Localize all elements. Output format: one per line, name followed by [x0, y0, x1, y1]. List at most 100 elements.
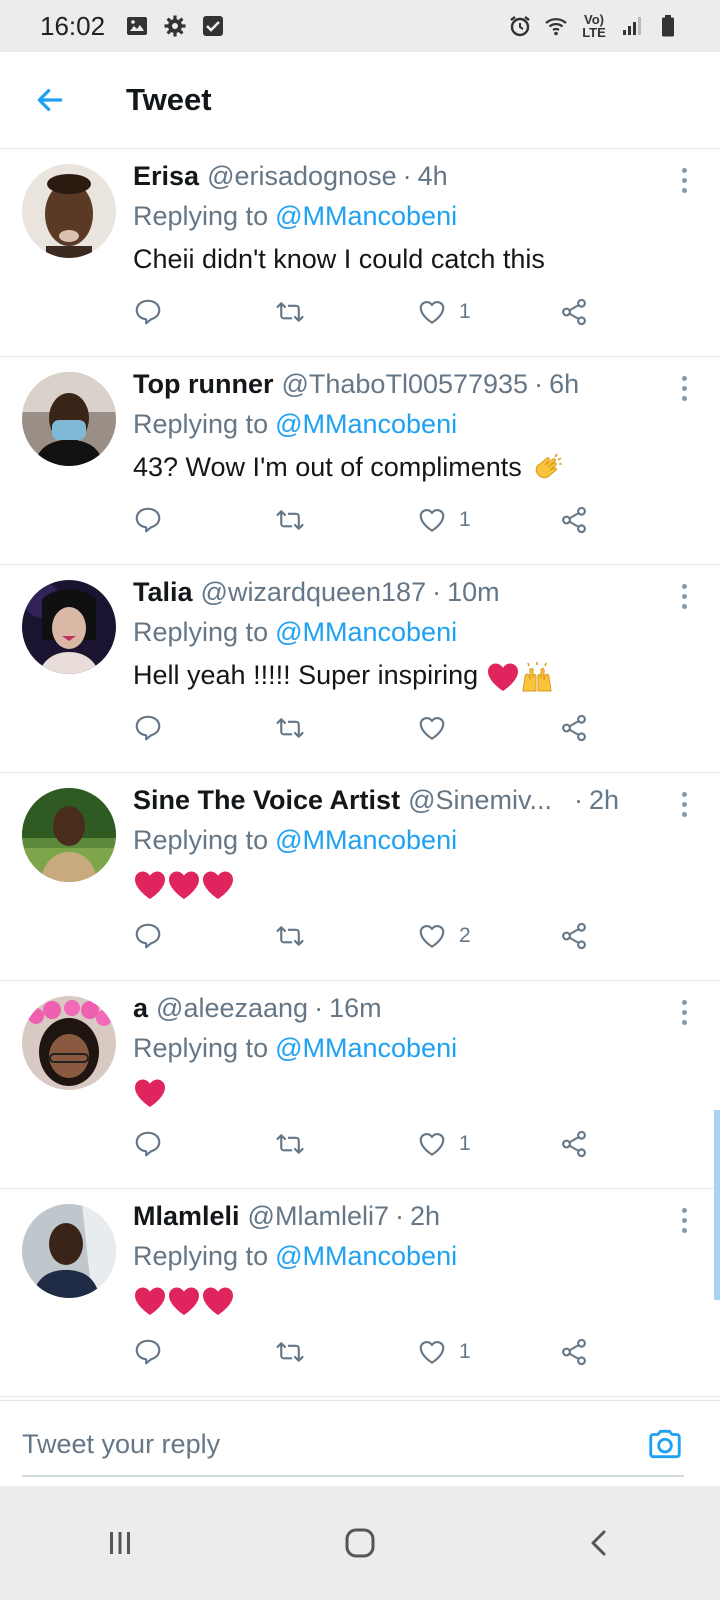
retweet-button[interactable] [275, 916, 305, 956]
input-underline [22, 1475, 684, 1477]
reply-button[interactable] [133, 708, 163, 748]
heart-outline-icon [419, 1340, 445, 1364]
reply-input[interactable] [22, 1413, 636, 1475]
more-options-button[interactable] [672, 163, 696, 197]
replying-label: Replying to [133, 617, 269, 647]
author-handle[interactable]: @aleezaang [156, 989, 308, 1027]
red-heart-emoji [169, 871, 199, 899]
red-heart-emoji [135, 1079, 165, 1107]
more-options-button[interactable] [672, 787, 696, 821]
back-button[interactable] [20, 70, 80, 130]
mention-link[interactable]: @MMancobeni [275, 201, 457, 231]
separator-dot: · [402, 161, 412, 191]
author-name[interactable]: Erisa [133, 157, 199, 195]
tweet-row[interactable]: Mlamleli @Mlamleli7 · 2h Replying to @MMa… [0, 1189, 720, 1397]
author-handle[interactable]: @wizardqueen187 [201, 573, 427, 611]
tweet-row[interactable]: Sine The Voice Artist @Sinemiv... · 2h R… [0, 773, 720, 981]
replying-label: Replying to [133, 409, 269, 439]
retweet-button[interactable] [275, 500, 305, 540]
retweet-button[interactable] [275, 1124, 305, 1164]
author-handle[interactable]: @erisadognose [207, 157, 397, 195]
reply-icon [135, 923, 161, 949]
tweet-row[interactable]: Erisa @erisadognose · 4h Replying to @MMa… [0, 149, 720, 357]
retweet-button[interactable] [275, 292, 305, 332]
author-name[interactable]: Mlamleli [133, 1197, 240, 1235]
author-name[interactable]: Talia [133, 573, 193, 611]
share-button[interactable] [559, 500, 589, 540]
reply-button[interactable] [133, 1124, 163, 1164]
share-button[interactable] [559, 1332, 589, 1372]
reply-icon [135, 1339, 161, 1365]
share-button[interactable] [559, 1124, 589, 1164]
share-icon [562, 506, 586, 534]
like-button[interactable]: 1 [417, 292, 471, 332]
mention-link[interactable]: @MMancobeni [275, 409, 457, 439]
avatar[interactable] [22, 164, 116, 258]
tweet-actions: 1 [133, 500, 603, 540]
more-options-button[interactable] [672, 371, 696, 405]
system-back-button[interactable] [560, 1513, 640, 1573]
tweet-actions: 1 [133, 1332, 603, 1372]
mention-link[interactable]: @MMancobeni [275, 825, 457, 855]
share-button[interactable] [559, 708, 589, 748]
retweet-button[interactable] [275, 708, 305, 748]
like-button[interactable]: 1 [417, 500, 471, 540]
tweet-row[interactable]: Top runner @ThaboTl00577935 · 6h Replyin… [0, 357, 720, 565]
red-heart-emoji [135, 1287, 165, 1315]
reply-button[interactable] [133, 292, 163, 332]
like-button[interactable]: 2 [417, 916, 471, 956]
wifi-icon [545, 18, 567, 36]
reply-button[interactable] [133, 500, 163, 540]
author-name[interactable]: a [133, 989, 148, 1027]
like-button[interactable]: 1 [417, 1332, 471, 1372]
reply-icon [135, 507, 161, 533]
tweet-text: Cheii didn't know I could catch this [133, 244, 545, 274]
author-name[interactable]: Sine The Voice Artist [133, 781, 400, 819]
retweet-icon [276, 926, 304, 946]
share-button[interactable] [559, 916, 589, 956]
share-icon [562, 1130, 586, 1158]
home-button[interactable] [320, 1513, 400, 1573]
gallery-icon [127, 17, 148, 35]
reply-button[interactable] [133, 916, 163, 956]
avatar[interactable] [22, 580, 116, 674]
separator-dot: · [394, 1201, 404, 1231]
scrollbar[interactable] [714, 1110, 720, 1300]
more-options-button[interactable] [672, 1203, 696, 1237]
share-button[interactable] [559, 292, 589, 332]
like-button[interactable]: 1 [417, 1124, 471, 1164]
more-options-button[interactable] [672, 995, 696, 1029]
avatar[interactable] [22, 372, 116, 466]
replying-to-line: Replying to @MMancobeni [133, 195, 680, 237]
replying-label: Replying to [133, 1033, 269, 1063]
replies-feed[interactable]: Erisa @erisadognose · 4h Replying to @MMa… [0, 149, 720, 1427]
camera-icon[interactable] [646, 1425, 684, 1463]
author-handle[interactable]: @Sinemiv... [408, 781, 552, 819]
share-icon [562, 1338, 586, 1366]
heart-outline-icon [419, 508, 445, 532]
retweet-button[interactable] [275, 1332, 305, 1372]
mention-link[interactable]: @MMancobeni [275, 617, 457, 647]
separator-dot: · [534, 369, 544, 399]
reply-button[interactable] [133, 1332, 163, 1372]
like-button[interactable] [417, 708, 459, 748]
recents-button[interactable] [80, 1513, 160, 1573]
avatar[interactable] [22, 1204, 116, 1298]
author-handle[interactable]: @Mlamleli7 [248, 1197, 389, 1235]
red-heart-emoji [135, 871, 165, 899]
avatar[interactable] [22, 996, 116, 1090]
tweet-row[interactable]: Talia @wizardqueen187 · 10m Replying to @… [0, 565, 720, 773]
timestamp: 2h [409, 1201, 441, 1231]
avatar[interactable] [22, 788, 116, 882]
author-name[interactable]: Top runner [133, 365, 273, 403]
system-nav-bar [0, 1486, 720, 1600]
tweet-row[interactable]: a @aleezaang · 16m Replying to @MMancoben… [0, 981, 720, 1189]
mention-link[interactable]: @MMancobeni [275, 1033, 457, 1063]
author-handle[interactable]: @ThaboTl00577935 [281, 365, 528, 403]
red-heart-emoji [203, 871, 233, 899]
mention-link[interactable]: @MMancobeni [275, 1241, 457, 1271]
raising-hands-emoji [522, 661, 552, 692]
replying-label: Replying to [133, 1241, 269, 1271]
more-options-button[interactable] [672, 579, 696, 613]
recents-icon [110, 1532, 130, 1554]
